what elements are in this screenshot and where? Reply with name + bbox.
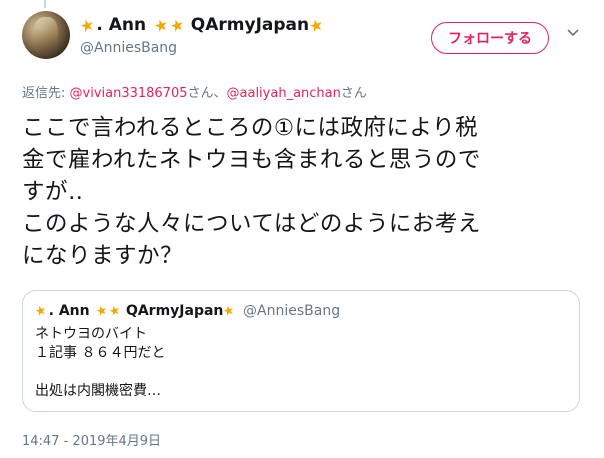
thread-connector-line xyxy=(44,0,46,8)
reply-to-line: 返信先: @vivian33186705さん、@aaliyah_anchanさん xyxy=(22,82,367,101)
quoted-text-line: 出処は内閣機密費… xyxy=(35,383,161,399)
tweet-text-line: になりますか？ xyxy=(22,243,184,269)
tweet-timestamp[interactable]: 14:47 - 2019年4月9日 xyxy=(22,430,161,449)
star-emoji-icon: ★ xyxy=(306,13,326,37)
star-emoji-icon: ★ xyxy=(107,302,123,320)
user-handle[interactable]: @AnniesBang xyxy=(80,40,325,56)
quoted-name-prefix: . Ann xyxy=(48,303,90,319)
quoted-author: ★ . Ann ★ ★ QArmyJapan ★ @AnniesBang xyxy=(33,302,341,320)
display-name-suffix: QArmyJapan xyxy=(190,15,310,35)
quoted-text-line: ネトウヨのバイト xyxy=(35,326,147,342)
display-name[interactable]: ★ . Ann ★ ★ QArmyJapan ★ xyxy=(77,12,326,38)
quoted-text-line xyxy=(35,363,165,382)
chevron-down-icon[interactable] xyxy=(566,25,580,39)
quoted-tweet[interactable]: ★ . Ann ★ ★ QArmyJapan ★ @AnniesBang ネトウ… xyxy=(22,290,580,412)
display-name-prefix: . Ann xyxy=(96,15,147,35)
quoted-text: ネトウヨのバイト １記事 ８６４円だと 出処は内閣機密費… xyxy=(35,325,165,401)
tweet-text-line: ここで言われるところの①には政府により税 xyxy=(22,115,479,141)
star-emoji-icon: ★ xyxy=(221,302,237,320)
quoted-text-line: １記事 ８６４円だと xyxy=(35,345,166,361)
reply-to-separator: さん、 xyxy=(187,86,227,101)
star-emoji-icon: ★ xyxy=(33,302,49,320)
star-emoji-icon: ★ xyxy=(77,13,97,37)
quoted-handle: @AnniesBang xyxy=(243,303,341,319)
tweet-text: ここで言われるところの①には政府により税 金で雇われたネトウヨも含まれると思うの… xyxy=(22,112,582,272)
reply-user-link[interactable]: @aaliyah_anchan xyxy=(227,86,341,101)
quoted-name-suffix: QArmyJapan xyxy=(125,303,224,319)
tweet-text-line: このような人々についてはどのようにお考え xyxy=(22,211,481,237)
reply-to-suffix: さん xyxy=(340,86,367,101)
reply-to-prefix: 返信先: xyxy=(22,86,70,101)
follow-button[interactable]: フォローする xyxy=(431,22,549,54)
avatar[interactable] xyxy=(22,11,70,59)
tweet-header: ★ . Ann ★ ★ QArmyJapan ★ @AnniesBang xyxy=(77,12,326,56)
star-emoji-icon: ★ xyxy=(168,13,187,37)
tweet-text-line: 金で雇われたネトウヨも含まれると思うので xyxy=(22,147,481,173)
tweet-text-line: すが‥ xyxy=(22,179,84,205)
reply-user-link[interactable]: @vivian33186705 xyxy=(70,86,188,101)
